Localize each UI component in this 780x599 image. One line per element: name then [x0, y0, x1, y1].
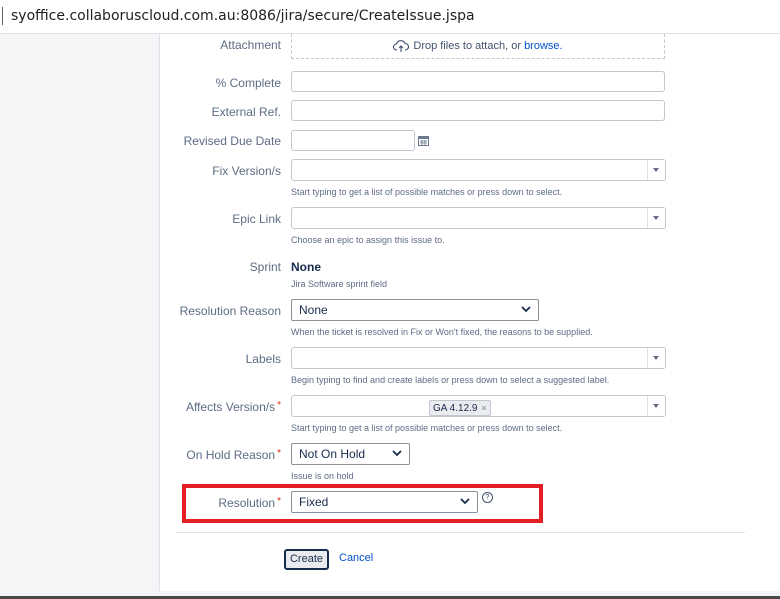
required-marker: * [277, 496, 281, 507]
resolution-label-text: Resolution [218, 496, 276, 510]
attachment-drop-text: Drop files to attach, or [413, 40, 521, 52]
browser-address-bar[interactable]: syoffice.collaboruscloud.com.au:8086/jir… [0, 0, 780, 34]
calendar-icon[interactable] [418, 135, 429, 146]
cancel-link[interactable]: Cancel [339, 552, 373, 564]
upload-cloud-icon [393, 40, 410, 53]
create-issue-form: Attachment Drop files to attach, or brow… [159, 34, 780, 591]
resolution-reason-label: Resolution Reason [179, 304, 281, 318]
required-marker: * [277, 400, 281, 411]
on-hold-reason-label: On Hold Reason * [186, 448, 281, 462]
resolution-reason-select[interactable]: None [291, 299, 539, 321]
percent-complete-input[interactable] [291, 71, 665, 92]
attachment-dropzone[interactable]: Drop files to attach, or browse. [291, 34, 665, 59]
on-hold-reason-label-text: On Hold Reason [186, 448, 276, 462]
epic-link-hint: Choose an epic to assign this issue to. [291, 235, 445, 245]
chevron-down-icon [521, 306, 531, 313]
epic-link-label: Epic Link [232, 212, 281, 226]
chevron-down-icon [460, 498, 470, 505]
sprint-value: None [291, 260, 321, 274]
resolution-reason-value: None [299, 303, 328, 317]
create-button[interactable]: Create [284, 549, 329, 570]
revised-due-date-input[interactable] [291, 130, 415, 151]
labels-picker[interactable] [291, 347, 666, 369]
version-tag: GA 4.12.9 × [429, 400, 491, 416]
text-caret [2, 7, 3, 25]
fix-versions-hint: Start typing to get a list of possible m… [291, 187, 563, 197]
revised-due-date-label: Revised Due Date [183, 134, 281, 148]
percent-complete-label: % Complete [215, 76, 281, 90]
url-text[interactable]: syoffice.collaboruscloud.com.au:8086/jir… [11, 8, 475, 24]
external-ref-label: External Ref. [211, 105, 281, 119]
chevron-down-icon[interactable] [647, 348, 665, 368]
labels-hint: Begin typing to find and create labels o… [291, 375, 610, 385]
chevron-down-icon [392, 450, 402, 457]
on-hold-reason-select[interactable]: Not On Hold [291, 443, 410, 465]
labels-label: Labels [245, 352, 281, 366]
sprint-hint: Jira Software sprint field [291, 279, 388, 289]
fix-versions-picker[interactable] [291, 159, 666, 181]
sprint-label: Sprint [249, 260, 281, 274]
resolution-select[interactable]: Fixed [291, 491, 478, 513]
resolution-reason-hint: When the ticket is resolved in Fix or Wo… [291, 327, 593, 337]
resolution-value: Fixed [299, 495, 329, 509]
required-marker: * [277, 448, 281, 459]
on-hold-reason-hint: Issue is on hold [291, 471, 354, 481]
remove-tag-icon[interactable]: × [481, 403, 486, 413]
chevron-down-icon[interactable] [647, 208, 665, 228]
help-icon[interactable]: ? [482, 492, 493, 503]
affects-versions-label-text: Affects Version/s [185, 400, 276, 414]
browse-link[interactable]: browse. [524, 40, 563, 52]
version-tag-label: GA 4.12.9 [433, 403, 478, 414]
affects-versions-hint: Start typing to get a list of possible m… [291, 423, 563, 433]
affects-versions-label: Affects Version/s * [186, 400, 281, 414]
on-hold-reason-value: Not On Hold [299, 447, 366, 461]
chevron-down-icon[interactable] [647, 396, 665, 416]
chevron-down-icon[interactable] [647, 160, 665, 180]
resolution-label: Resolution * [218, 496, 281, 510]
fix-versions-label: Fix Version/s [212, 164, 281, 178]
epic-link-picker[interactable] [291, 207, 666, 229]
attachment-label: Attachment [220, 38, 281, 52]
external-ref-input[interactable] [291, 100, 665, 121]
form-divider [176, 532, 745, 533]
affects-versions-picker[interactable]: GA 4.12.9 × [291, 395, 666, 417]
